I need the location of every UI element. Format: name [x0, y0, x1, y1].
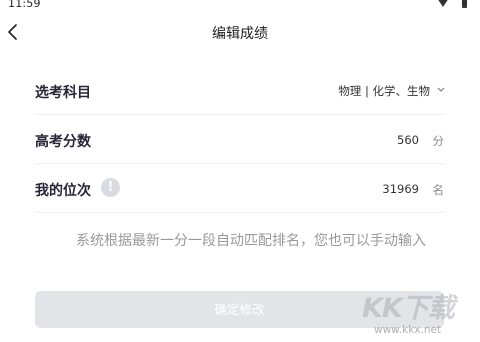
- score-unit: 分: [432, 134, 445, 148]
- status-time: 11:59: [8, 0, 41, 10]
- subjects-row[interactable]: 选考科目 物理 | 化学、生物: [35, 66, 445, 115]
- signal-icon: [438, 0, 448, 7]
- hint-text: 系统根据最新一分一段自动匹配排名，您也可以手动输入: [76, 233, 426, 249]
- score-row[interactable]: 高考分数 560 分: [35, 115, 445, 164]
- watermark-logo: KK下载: [362, 293, 455, 324]
- status-bar: 11:59: [0, 0, 480, 14]
- watermark: KK下载 www.kkx.net: [362, 286, 480, 342]
- chevron-down-icon: [437, 87, 445, 92]
- rank-unit: 名: [432, 183, 445, 197]
- rank-label: 我的位次: [35, 183, 91, 199]
- subject-picker[interactable]: 物理 | 化学、生物: [338, 83, 445, 99]
- page-title: 编辑成绩: [212, 26, 268, 42]
- info-icon[interactable]: !: [101, 178, 120, 197]
- rank-row[interactable]: 我的位次 ! 31969 名: [35, 164, 445, 213]
- watermark-url: www.kkx.net: [374, 324, 442, 336]
- subjects-label: 选考科目: [35, 85, 91, 101]
- rank-input[interactable]: 31969: [382, 182, 419, 196]
- score-input[interactable]: 560: [397, 133, 419, 147]
- score-form: 选考科目 物理 | 化学、生物 高考分数 560 分 我的位次 ! 31969 …: [35, 66, 445, 213]
- nav-bar: 编辑成绩: [0, 14, 480, 50]
- score-label: 高考分数: [35, 134, 91, 150]
- subjects-value: 物理 | 化学、生物: [338, 84, 430, 98]
- battery-icon: [462, 0, 467, 8]
